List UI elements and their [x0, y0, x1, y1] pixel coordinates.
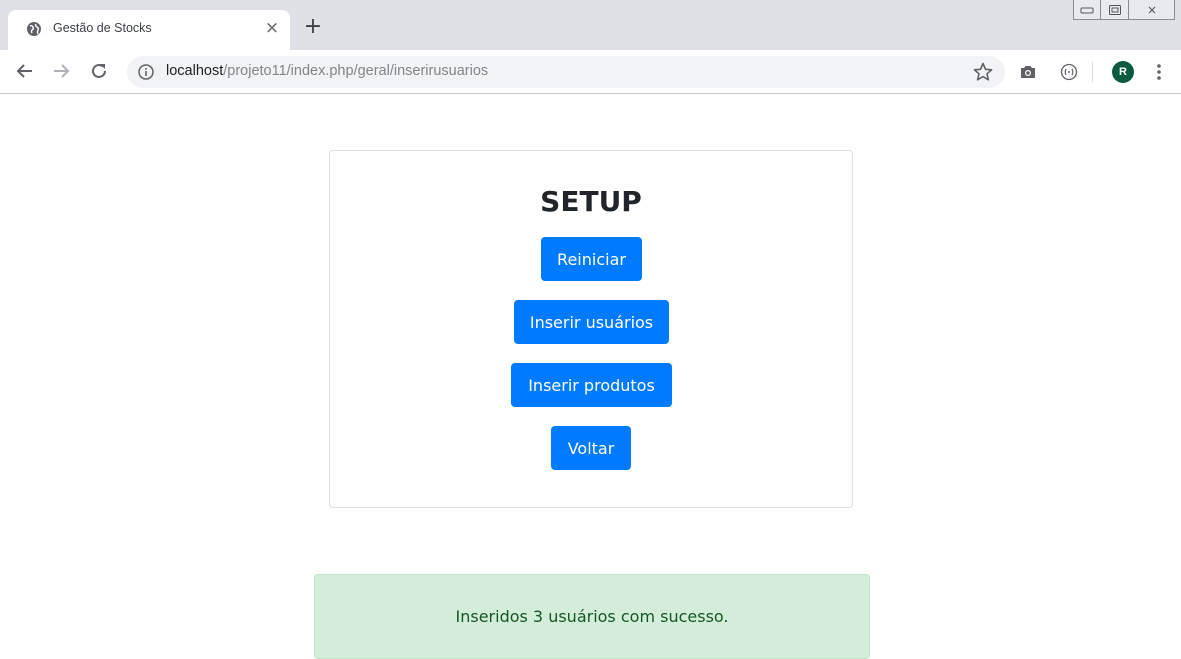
- profile-avatar[interactable]: R: [1112, 61, 1134, 83]
- reload-icon[interactable]: [88, 60, 110, 82]
- extension-icon[interactable]: [1059, 62, 1079, 82]
- url-text: localhost/projeto11/index.php/geral/inse…: [166, 63, 488, 79]
- url-host: localhost: [166, 63, 224, 79]
- new-tab-button[interactable]: +: [302, 16, 324, 38]
- close-window-button[interactable]: [1129, 0, 1175, 20]
- browser-tab[interactable]: Gestão de Stocks ×: [8, 10, 290, 50]
- address-bar[interactable]: localhost/projeto11/index.php/geral/inse…: [127, 56, 1005, 88]
- minimize-button[interactable]: [1073, 0, 1101, 20]
- url-path: /projeto11/index.php/geral/inserirusuari…: [223, 63, 489, 79]
- voltar-button[interactable]: Voltar: [551, 426, 631, 470]
- setup-card: SETUP Reiniciar Inserir usuários Inserir…: [329, 150, 853, 508]
- window-controls: [1073, 0, 1175, 20]
- tab-title: Gestão de Stocks: [53, 21, 152, 35]
- inserir-produtos-button[interactable]: Inserir produtos: [511, 363, 672, 407]
- camera-icon[interactable]: [1018, 62, 1038, 82]
- info-icon[interactable]: [138, 64, 154, 80]
- menu-dots-icon[interactable]: [1150, 62, 1168, 82]
- globe-icon: [26, 21, 42, 37]
- bookmark-star-icon[interactable]: [972, 61, 994, 83]
- tab-strip: Gestão de Stocks × +: [0, 0, 1181, 50]
- browser-toolbar: localhost/projeto11/index.php/geral/inse…: [0, 50, 1181, 94]
- toolbar-separator: [1092, 62, 1093, 82]
- tab-close-icon[interactable]: ×: [263, 19, 281, 37]
- setup-title: SETUP: [540, 185, 642, 218]
- forward-arrow-icon[interactable]: [50, 60, 72, 82]
- reiniciar-button[interactable]: Reiniciar: [541, 237, 642, 281]
- back-arrow-icon[interactable]: [14, 60, 36, 82]
- success-alert: Inseridos 3 usuários com sucesso.: [314, 574, 870, 659]
- alert-message: Inseridos 3 usuários com sucesso.: [455, 607, 729, 626]
- maximize-button[interactable]: [1101, 0, 1129, 20]
- inserir-usuarios-button[interactable]: Inserir usuários: [514, 300, 669, 344]
